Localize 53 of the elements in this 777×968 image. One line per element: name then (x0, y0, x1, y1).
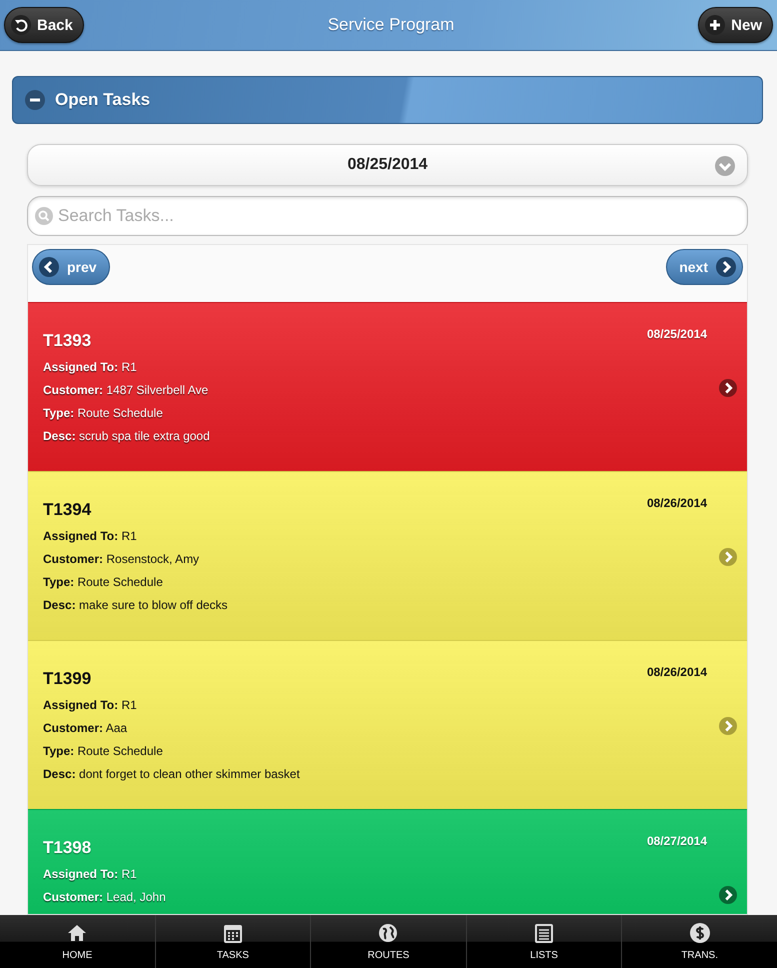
dollar-icon (688, 922, 711, 944)
task-field: Desc: scrub spa tile extra good (43, 428, 703, 445)
next-button[interactable]: next (666, 249, 743, 285)
task-field: Assigned To: R1 (43, 528, 703, 545)
task-field: Customer: Aaa (43, 720, 703, 737)
task-date: 08/26/2014 (646, 496, 707, 510)
right-chevron-icon (719, 379, 737, 397)
tab-bar-item[interactable]: HOME (0, 915, 155, 968)
task-field: Type: Route Schedule (43, 743, 703, 760)
minus-icon (25, 90, 45, 110)
back-icon (11, 15, 31, 35)
tab-bar-item[interactable]: LISTS (466, 915, 622, 968)
calendar-icon (222, 922, 244, 944)
task-field: Desc: make sure to blow off decks (43, 597, 703, 614)
task-field: Desc: dont forget to clean other skimmer basket (43, 766, 703, 783)
tab-bar-item[interactable]: TRANS. (621, 915, 777, 968)
task-field: Assigned To: R1 (43, 866, 703, 883)
task-field: Assigned To: R1 (43, 359, 703, 376)
task-id: T1394 (43, 500, 92, 520)
page-title: Service Program (328, 15, 454, 35)
task-card[interactable]: T1393 08/25/2014 Assigned To: R1 Customer: 1487 Silverbell Ave Type: Route Schedule Desc: scrub spa tile extra good (28, 302, 747, 471)
right-chevron-icon (719, 717, 737, 735)
search-field[interactable]: Search Tasks... (27, 196, 748, 236)
tab-bar-item[interactable]: ROUTES (310, 915, 466, 968)
search-icon (35, 207, 53, 225)
prev-button[interactable]: prev (32, 249, 110, 285)
task-id: T1398 (43, 838, 92, 858)
task-id: T1399 (43, 669, 92, 689)
right-chevron-icon (719, 886, 737, 904)
task-id: T1393 (43, 331, 92, 351)
home-icon (66, 922, 88, 944)
list-icon (533, 922, 556, 944)
caret-icon (715, 156, 735, 176)
task-field: Customer: Lead, John (43, 889, 703, 906)
new-button[interactable]: New (698, 7, 773, 43)
left-chevron-icon (39, 257, 59, 277)
task-field: Type: Route Schedule (43, 574, 703, 591)
date-select[interactable]: 08/25/2014 (27, 144, 748, 186)
right-chevron-icon (716, 257, 736, 277)
task-date: 08/25/2014 (646, 327, 707, 341)
right-chevron-icon (719, 548, 737, 566)
tab-bar-item[interactable]: TASKS (154, 915, 310, 968)
back-button[interactable]: Back (4, 7, 84, 43)
task-field: Assigned To: R1 (43, 697, 703, 714)
task-date: 08/27/2014 (646, 834, 707, 848)
task-card[interactable]: T1394 08/26/2014 Assigned To: R1 Customer: Rosenstock, Amy Type: Route Schedule Desc: make sure to blow off decks (28, 471, 747, 640)
task-date: 08/26/2014 (646, 665, 707, 679)
task-field: Type: Route Schedule (43, 405, 703, 422)
task-field: Customer: 1487 Silverbell Ave (43, 382, 703, 399)
section-header[interactable]: Open Tasks (12, 76, 763, 124)
task-field: Customer: Rosenstock, Amy (43, 551, 703, 568)
task-card[interactable]: T1399 08/26/2014 Assigned To: R1 Customer: Aaa Type: Route Schedule Desc: dont forget to clean other skimmer basket (28, 640, 747, 809)
plus-icon (705, 15, 726, 35)
